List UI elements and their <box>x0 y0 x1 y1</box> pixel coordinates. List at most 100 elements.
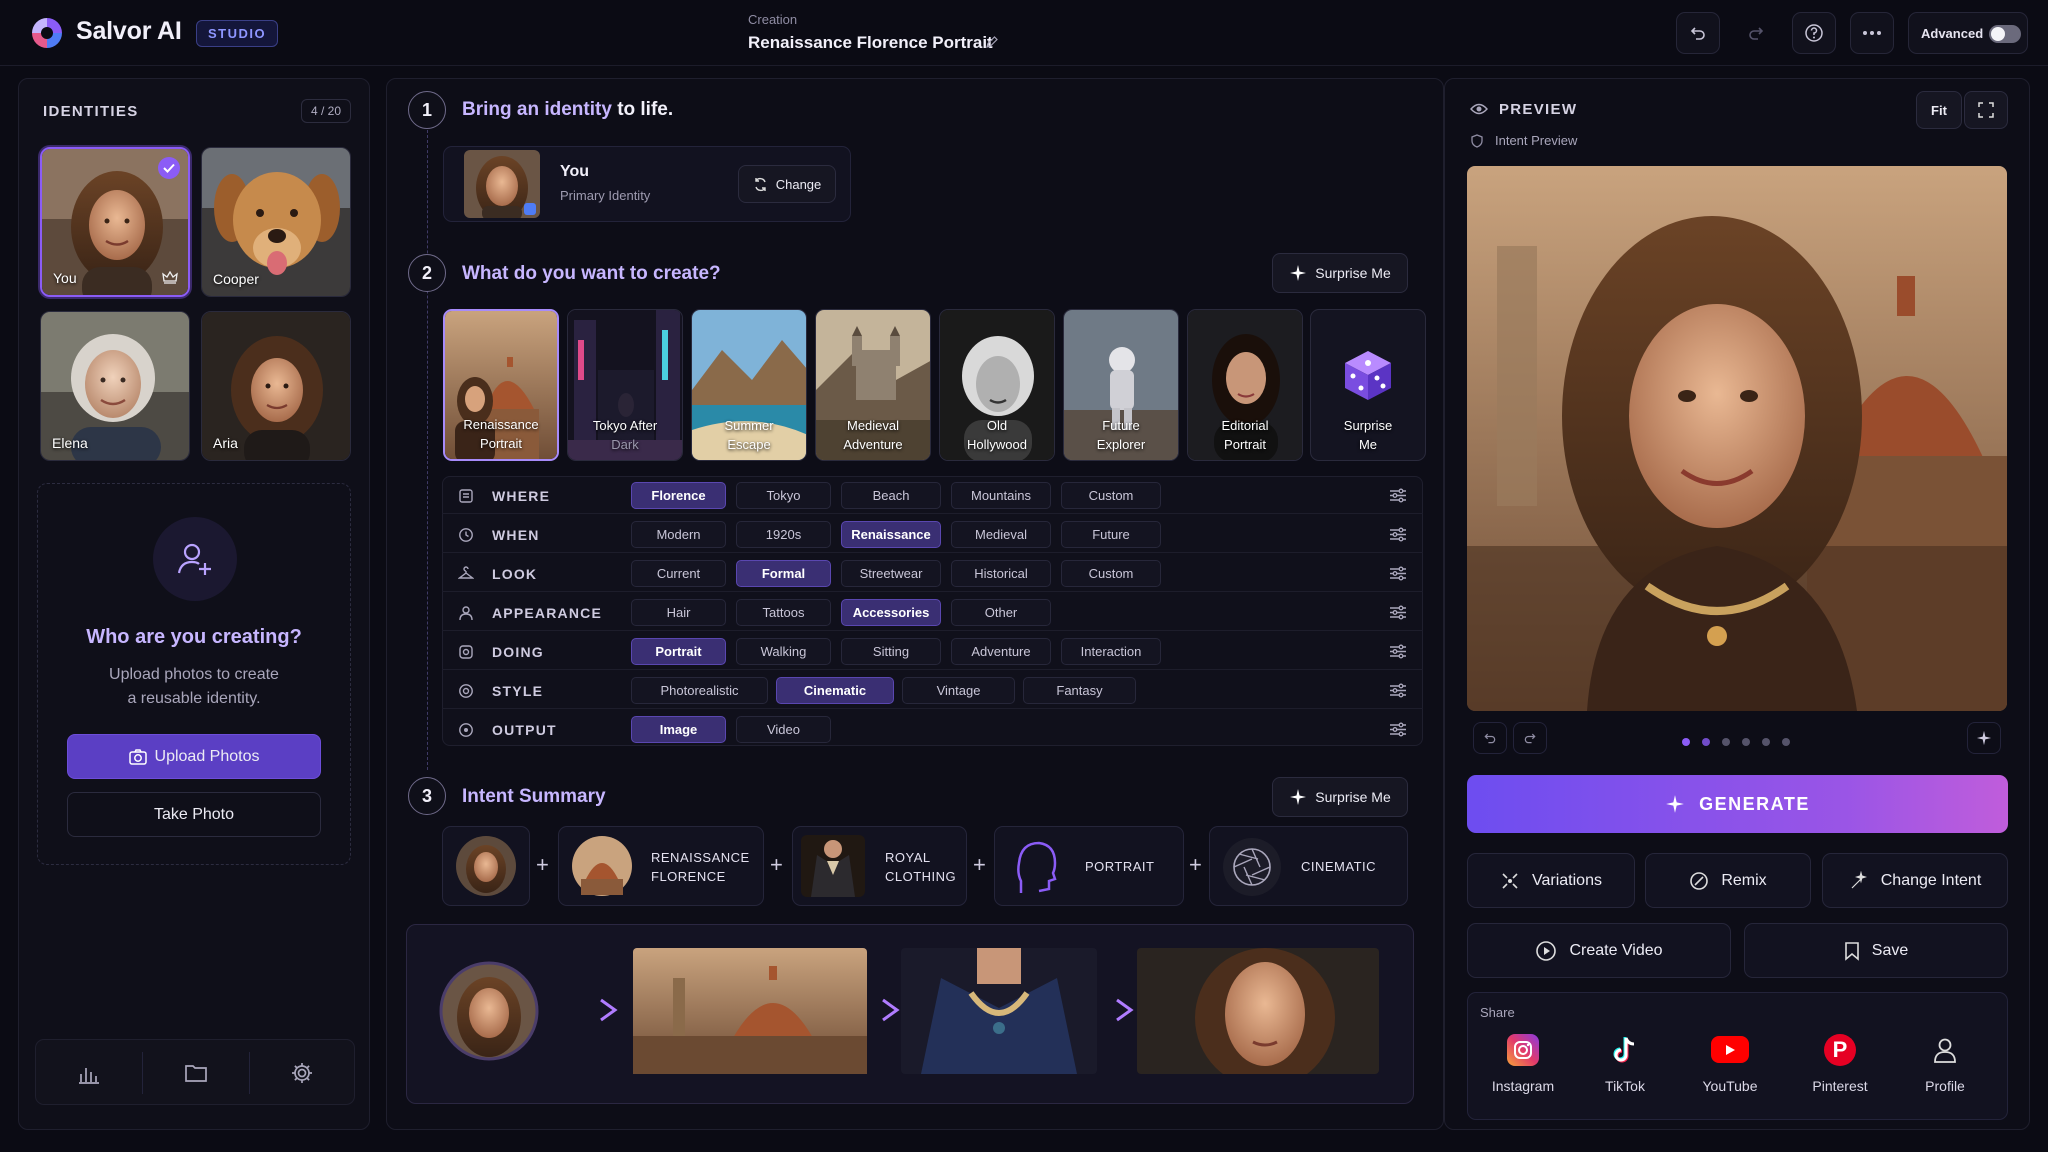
new-identity-dropzone[interactable]: Who are you creating? Upload photos to c… <box>37 483 351 865</box>
chip-current[interactable]: Current <box>631 560 726 587</box>
change-intent-button[interactable]: Change Intent <box>1822 853 2008 908</box>
pencil-icon[interactable] <box>985 35 999 49</box>
template-label: Surprise Me <box>1343 418 1393 452</box>
breadcrumb[interactable]: Creation <box>748 12 797 27</box>
adjust-sliders-icon[interactable] <box>1389 644 1407 659</box>
share-youtube[interactable]: YouTube <box>1685 1034 1775 1094</box>
variations-button[interactable]: Variations <box>1467 853 1635 908</box>
identity-card-you[interactable]: You <box>40 147 190 297</box>
chip-walking[interactable]: Walking <box>736 638 831 665</box>
folder-icon[interactable] <box>184 1062 208 1084</box>
chip-fantasy[interactable]: Fantasy <box>1023 677 1136 704</box>
undo-button[interactable] <box>1676 12 1720 54</box>
adjust-sliders-icon[interactable] <box>1389 566 1407 581</box>
advanced-toggle-group: Advanced <box>1908 12 2028 54</box>
advanced-toggle[interactable] <box>1989 25 2021 43</box>
page-dot[interactable] <box>1782 738 1790 746</box>
page-dot[interactable] <box>1762 738 1770 746</box>
enhance-button[interactable] <box>1967 722 2001 754</box>
summary-location[interactable]: RENAISSANCE FLORENCE <box>558 826 764 906</box>
chip-video[interactable]: Video <box>736 716 831 743</box>
chip-vintage[interactable]: Vintage <box>902 677 1015 704</box>
chip-custom[interactable]: Custom <box>1061 560 1161 587</box>
template-editorial-portrait[interactable]: Editorial Portrait <box>1187 309 1303 461</box>
identity-card-cooper[interactable]: Cooper <box>201 147 351 297</box>
step-3-title: Intent Summary <box>462 786 606 807</box>
chip-formal[interactable]: Formal <box>736 560 831 587</box>
page-dot[interactable] <box>1702 738 1710 746</box>
image-redo-button[interactable] <box>1513 722 1547 754</box>
chip-cinematic[interactable]: Cinematic <box>776 677 894 704</box>
summary-clothing[interactable]: ROYAL CLOTHING <box>792 826 967 906</box>
remix-button[interactable]: Remix <box>1645 853 1811 908</box>
help-button[interactable] <box>1792 12 1836 54</box>
fullscreen-button[interactable] <box>1964 91 2008 129</box>
chip-photorealistic[interactable]: Photorealistic <box>631 677 768 704</box>
surprise-me-button-2[interactable]: Surprise Me <box>1272 777 1408 817</box>
summary-portrait[interactable]: PORTRAIT <box>994 826 1184 906</box>
chip-medieval[interactable]: Medieval <box>951 521 1051 548</box>
identity-card-aria[interactable]: Aria <box>201 311 351 461</box>
chip-custom[interactable]: Custom <box>1061 482 1161 509</box>
template-surprise-me[interactable]: Surprise Me <box>1310 309 1426 461</box>
chip-mountains[interactable]: Mountains <box>951 482 1051 509</box>
step-1-title-rest: to life. <box>617 99 674 120</box>
page-dot[interactable] <box>1722 738 1730 746</box>
chip-sitting[interactable]: Sitting <box>841 638 941 665</box>
chip-image[interactable]: Image <box>631 716 726 743</box>
summary-style[interactable]: CINEMATIC <box>1209 826 1408 906</box>
template-medieval-adventure[interactable]: Medieval Adventure <box>815 309 931 461</box>
template-future-explorer[interactable]: Future Explorer <box>1063 309 1179 461</box>
page-dot-active[interactable] <box>1682 738 1690 746</box>
more-button[interactable] <box>1850 12 1894 54</box>
chip-tokyo[interactable]: Tokyo <box>736 482 831 509</box>
summary-identity[interactable] <box>442 826 530 906</box>
settings-gear-icon[interactable] <box>290 1061 314 1085</box>
create-video-button[interactable]: Create Video <box>1467 923 1731 978</box>
chip-future[interactable]: Future <box>1061 521 1161 548</box>
advanced-label: Advanced <box>1921 26 1984 41</box>
adjust-sliders-icon[interactable] <box>1389 488 1407 503</box>
share-pinterest[interactable]: P Pinterest <box>1795 1034 1885 1094</box>
person-icon <box>459 606 473 621</box>
chip-renaissance[interactable]: Renaissance <box>841 521 941 548</box>
change-identity-button[interactable]: Change <box>738 165 836 203</box>
chip-portrait[interactable]: Portrait <box>631 638 726 665</box>
chip-interaction[interactable]: Interaction <box>1061 638 1161 665</box>
stats-icon[interactable] <box>78 1062 100 1084</box>
save-button[interactable]: Save <box>1744 923 2008 978</box>
chip-modern[interactable]: Modern <box>631 521 726 548</box>
template-old-hollywood[interactable]: Old Hollywood <box>939 309 1055 461</box>
share-tiktok[interactable]: TikTok <box>1580 1034 1670 1094</box>
share-instagram[interactable]: Instagram <box>1478 1034 1568 1094</box>
chip-1920s[interactable]: 1920s <box>736 521 831 548</box>
chip-other[interactable]: Other <box>951 599 1051 626</box>
chip-adventure[interactable]: Adventure <box>951 638 1051 665</box>
template-summer-escape[interactable]: Summer Escape <box>691 309 807 461</box>
chip-beach[interactable]: Beach <box>841 482 941 509</box>
project-title[interactable]: Renaissance Florence Portrait <box>748 33 993 53</box>
adjust-sliders-icon[interactable] <box>1389 605 1407 620</box>
surprise-me-button[interactable]: Surprise Me <box>1272 253 1408 293</box>
take-photo-button[interactable]: Take Photo <box>67 792 321 837</box>
preview-image[interactable] <box>1467 166 2007 711</box>
chip-florence[interactable]: Florence <box>631 482 726 509</box>
chip-tattoos[interactable]: Tattoos <box>736 599 831 626</box>
chip-accessories[interactable]: Accessories <box>841 599 941 626</box>
page-dot[interactable] <box>1742 738 1750 746</box>
share-profile[interactable]: Profile <box>1900 1034 1990 1094</box>
generate-button[interactable]: GENERATE <box>1467 775 2008 833</box>
chip-streetwear[interactable]: Streetwear <box>841 560 941 587</box>
identity-card-elena[interactable]: Elena <box>40 311 190 461</box>
upload-photos-button[interactable]: Upload Photos <box>67 734 321 779</box>
adjust-sliders-icon[interactable] <box>1389 722 1407 737</box>
redo-button[interactable] <box>1734 12 1778 54</box>
adjust-sliders-icon[interactable] <box>1389 683 1407 698</box>
template-tokyo-after-dark[interactable]: Tokyo After Dark <box>567 309 683 461</box>
chip-historical[interactable]: Historical <box>951 560 1051 587</box>
adjust-sliders-icon[interactable] <box>1389 527 1407 542</box>
fit-button[interactable]: Fit <box>1916 91 1962 129</box>
image-undo-button[interactable] <box>1473 722 1507 754</box>
chip-hair[interactable]: Hair <box>631 599 726 626</box>
template-renaissance-portrait[interactable]: Renaissance Portrait <box>443 309 559 461</box>
